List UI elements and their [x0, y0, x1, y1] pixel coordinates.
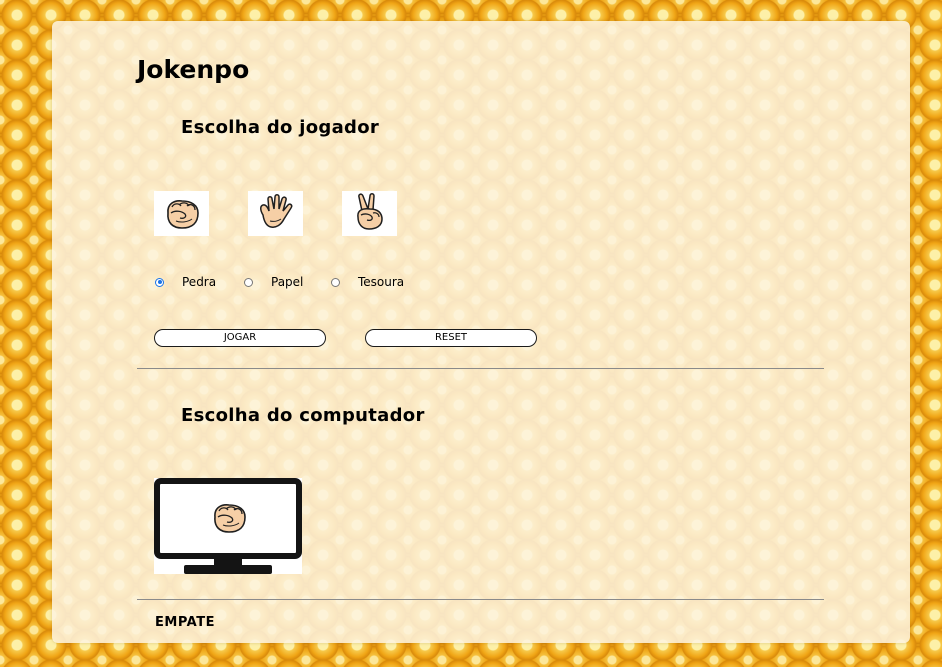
- game-panel: Jokenpo Escolha do jogador Pedra Papel T…: [52, 21, 910, 643]
- pedra-label: Pedra: [182, 275, 217, 289]
- choice-tesoura[interactable]: Tesoura: [331, 275, 404, 289]
- choice-papel[interactable]: Papel: [244, 275, 303, 289]
- section-divider: [137, 368, 824, 369]
- result-divider: [137, 599, 824, 600]
- scissors-hand-icon: [342, 191, 397, 236]
- play-button[interactable]: JOGAR: [154, 329, 326, 347]
- paper-hand-icon: [248, 191, 303, 236]
- tesoura-label: Tesoura: [358, 275, 405, 289]
- pedra-radio[interactable]: [155, 277, 164, 287]
- player-section-title: Escolha do jogador: [181, 117, 380, 138]
- page-title: Jokenpo: [137, 55, 250, 84]
- monitor-icon: [154, 478, 302, 574]
- computer-choice-display: [154, 478, 302, 574]
- tesoura-radio[interactable]: [331, 277, 340, 287]
- papel-label: Papel: [271, 275, 304, 289]
- computer-section-title: Escolha do computador: [181, 405, 425, 426]
- computer-rock-hand-icon: [214, 504, 246, 533]
- reset-button[interactable]: RESET: [365, 329, 537, 347]
- rock-hand-icon: [154, 191, 209, 236]
- result-text: EMPATE: [155, 615, 215, 630]
- papel-radio[interactable]: [244, 277, 253, 287]
- choice-pedra[interactable]: Pedra: [155, 275, 216, 289]
